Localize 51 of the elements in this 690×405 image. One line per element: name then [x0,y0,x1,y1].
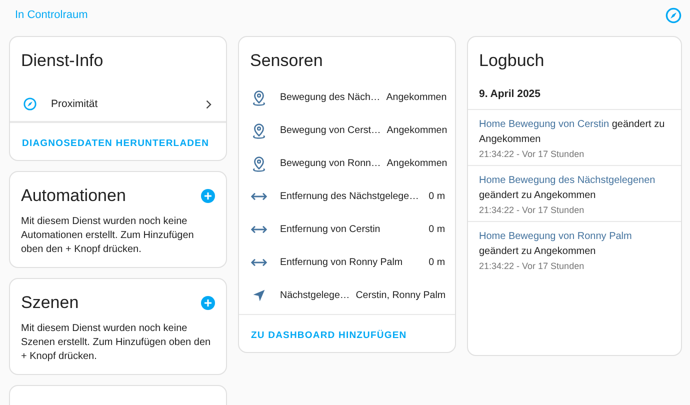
map-marker-icon [251,122,267,138]
sensor-row[interactable]: Bewegung von Cerst… Angekommen [239,114,455,147]
sensor-name: Bewegung des Näch… [280,92,380,103]
sensor-state: 0 m [428,257,445,268]
sensor-name: Bewegung von Ronn… [280,158,381,169]
double-arrow-icon [251,192,267,201]
chevron-right-icon [206,100,212,108]
log-message: Home Bewegung von Ronny Palm geändert zu Angekommen [479,230,633,258]
entity-link[interactable]: Home Bewegung von Cerstin [479,119,610,130]
entity-link[interactable]: Home Bewegung von Ronny Palm [479,231,632,242]
sensor-name: Nächstgelege… [280,290,350,301]
sensor-row[interactable]: Nächstgelege… Cerstin, Ronny Palm [239,279,455,312]
map-marker-icon [251,156,267,172]
sensor-name: Entfernung des Nächstgelege… [280,191,420,202]
add-icon[interactable] [201,189,215,203]
map-marker-icon [251,90,267,106]
sensor-state: 0 m [428,224,445,235]
log-time: 21:34:22 - Vor 17 Stunden [479,205,586,215]
empty-message: Mit diesem Dienst wurden noch keine Szenen erstellt. Zum Hinzufügen oben den + Knopf drücken. [21,322,212,364]
compass-icon [23,97,37,111]
card-title: Logbuch [478,50,546,71]
sensor-row[interactable]: Bewegung von Ronn… Angekommen [239,147,455,180]
log-message: Home Bewegung des Nächstgelegenen geändert zu Angekommen [479,174,656,202]
empty-message: Mit diesem Dienst wurden noch keine Automationen erstellt. Zum Hinzufügen oben den + Knopf drücken. [21,215,195,257]
sensor-state: Angekommen [386,158,448,169]
sensor-state: 0 m [428,191,445,202]
card-title: Automationen [21,186,126,206]
card-title: Sensoren [249,50,324,71]
log-date: 9. April 2025 [468,71,681,110]
entity-link[interactable]: Home Bewegung des Nächstgelegenen [479,175,656,186]
log-time: 21:34:22 - Vor 17 Stunden [479,149,586,159]
double-arrow-icon [251,258,267,267]
double-arrow-icon [251,225,267,234]
sensor-name: Bewegung von Cerst… [280,125,381,136]
card-title: Dienst-Info [20,50,104,71]
sensor-row[interactable]: Entfernung des Nächstgelege… 0 m [239,180,455,213]
sensor-name: Entfernung von Ronny Palm [280,257,404,268]
sensor-state: Angekommen [386,92,447,103]
log-time: 21:34:22 - Vor 17 Stunden [479,261,586,271]
sensor-state: Angekommen [386,125,448,136]
sensor-name: Entfernung von Cerstin [280,224,382,235]
log-message: Home Bewegung von Cerstin geändert zu Angekommen [479,118,666,146]
service-item[interactable]: Proximität [10,71,226,122]
sensor-row[interactable]: Entfernung von Cerstin 0 m [239,213,455,246]
sensor-state: Cerstin, Ronny Palm [356,290,446,301]
compass-icon[interactable] [665,6,682,24]
sensor-row[interactable]: Bewegung des Näch… Angekommen [239,81,455,114]
card-title: Szenen [21,293,79,313]
navigation-arrow-icon [251,289,267,302]
sensor-row[interactable]: Entfernung von Ronny Palm 0 m [239,246,455,279]
add-icon[interactable] [201,296,215,310]
